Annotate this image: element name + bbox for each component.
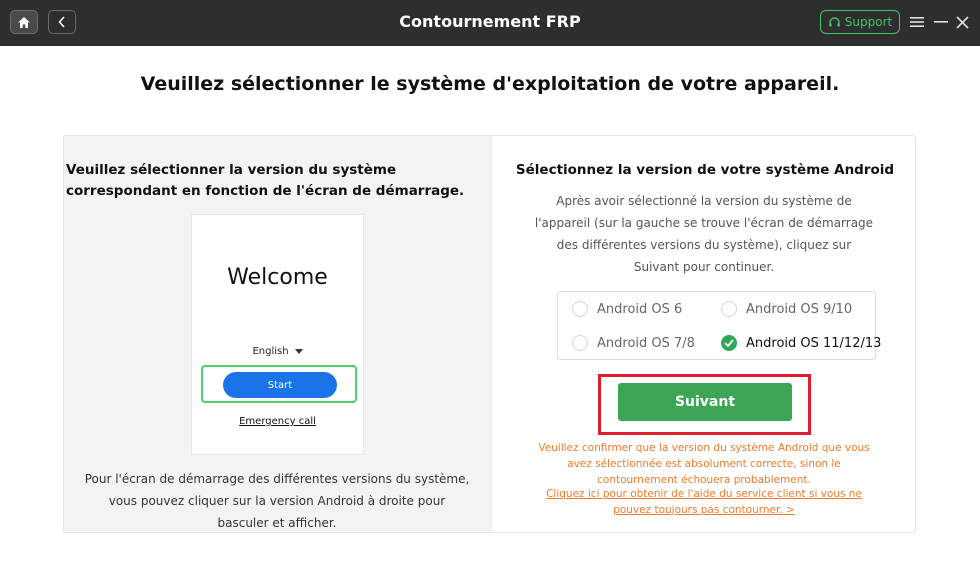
preview-start-button: Start <box>223 372 337 398</box>
os-version-options: Android OS 6 Android OS 9/10 Android OS … <box>557 291 881 360</box>
start-highlight: Start <box>201 365 357 403</box>
os-option-android-6[interactable]: Android OS 6 <box>572 301 682 317</box>
menu-button[interactable] <box>909 12 925 32</box>
os-option-android-9-10[interactable]: Android OS 9/10 <box>721 301 852 317</box>
phone-boot-screen-preview: Welcome English Start Emergency call <box>191 214 364 455</box>
page-title: Veuillez sélectionner le système d'explo… <box>140 73 840 95</box>
os-selection-card: Veuillez sélectionner la version du syst… <box>63 135 916 533</box>
headset-icon <box>828 16 840 27</box>
radio-button[interactable] <box>572 301 588 317</box>
next-button[interactable]: Suivant <box>618 383 792 421</box>
language-selector: English <box>192 346 363 357</box>
close-icon <box>955 15 969 29</box>
preview-note: Pour l'écran de démarrage des différente… <box>84 472 470 530</box>
radio-button-checked[interactable] <box>721 335 737 351</box>
emergency-call-link: Emergency call <box>239 416 316 427</box>
version-warning: Veuillez confirmer que la version du sys… <box>538 442 870 486</box>
os-option-android-7-8[interactable]: Android OS 7/8 <box>572 335 695 351</box>
checkmark-icon <box>724 339 734 347</box>
next-button-highlight: Suivant <box>598 374 811 435</box>
android-version-description: Après avoir sélectionné la version du sy… <box>534 194 874 274</box>
hamburger-menu-icon <box>910 17 924 27</box>
language-label: English <box>252 346 289 357</box>
android-version-heading: Sélectionnez la version de votre système… <box>515 162 895 178</box>
os-option-label: Android OS 11/12/13 <box>746 335 882 351</box>
minimize-button[interactable] <box>933 12 949 32</box>
support-label: Support <box>844 15 893 29</box>
radio-button[interactable] <box>572 335 588 351</box>
dropdown-arrow-icon <box>294 348 303 354</box>
os-option-label: Android OS 9/10 <box>746 301 853 317</box>
customer-support-link[interactable]: Cliquez ici pour obtenir de l'aide du se… <box>534 486 874 518</box>
os-option-label: Android OS 7/8 <box>597 335 695 351</box>
titlebar: Contournement FRP Support <box>0 0 980 46</box>
os-option-label: Android OS 6 <box>597 301 683 317</box>
welcome-text: Welcome <box>227 265 328 290</box>
boot-screen-preview-panel: Veuillez sélectionner la version du syst… <box>64 136 493 532</box>
close-button[interactable] <box>954 12 970 32</box>
os-option-android-11-12-13[interactable]: Android OS 11/12/13 <box>721 335 881 351</box>
radio-button[interactable] <box>721 301 737 317</box>
minimize-icon <box>934 21 948 23</box>
support-button[interactable]: Support <box>820 10 900 34</box>
preview-heading: Veuillez sélectionner la version du syst… <box>66 162 465 199</box>
